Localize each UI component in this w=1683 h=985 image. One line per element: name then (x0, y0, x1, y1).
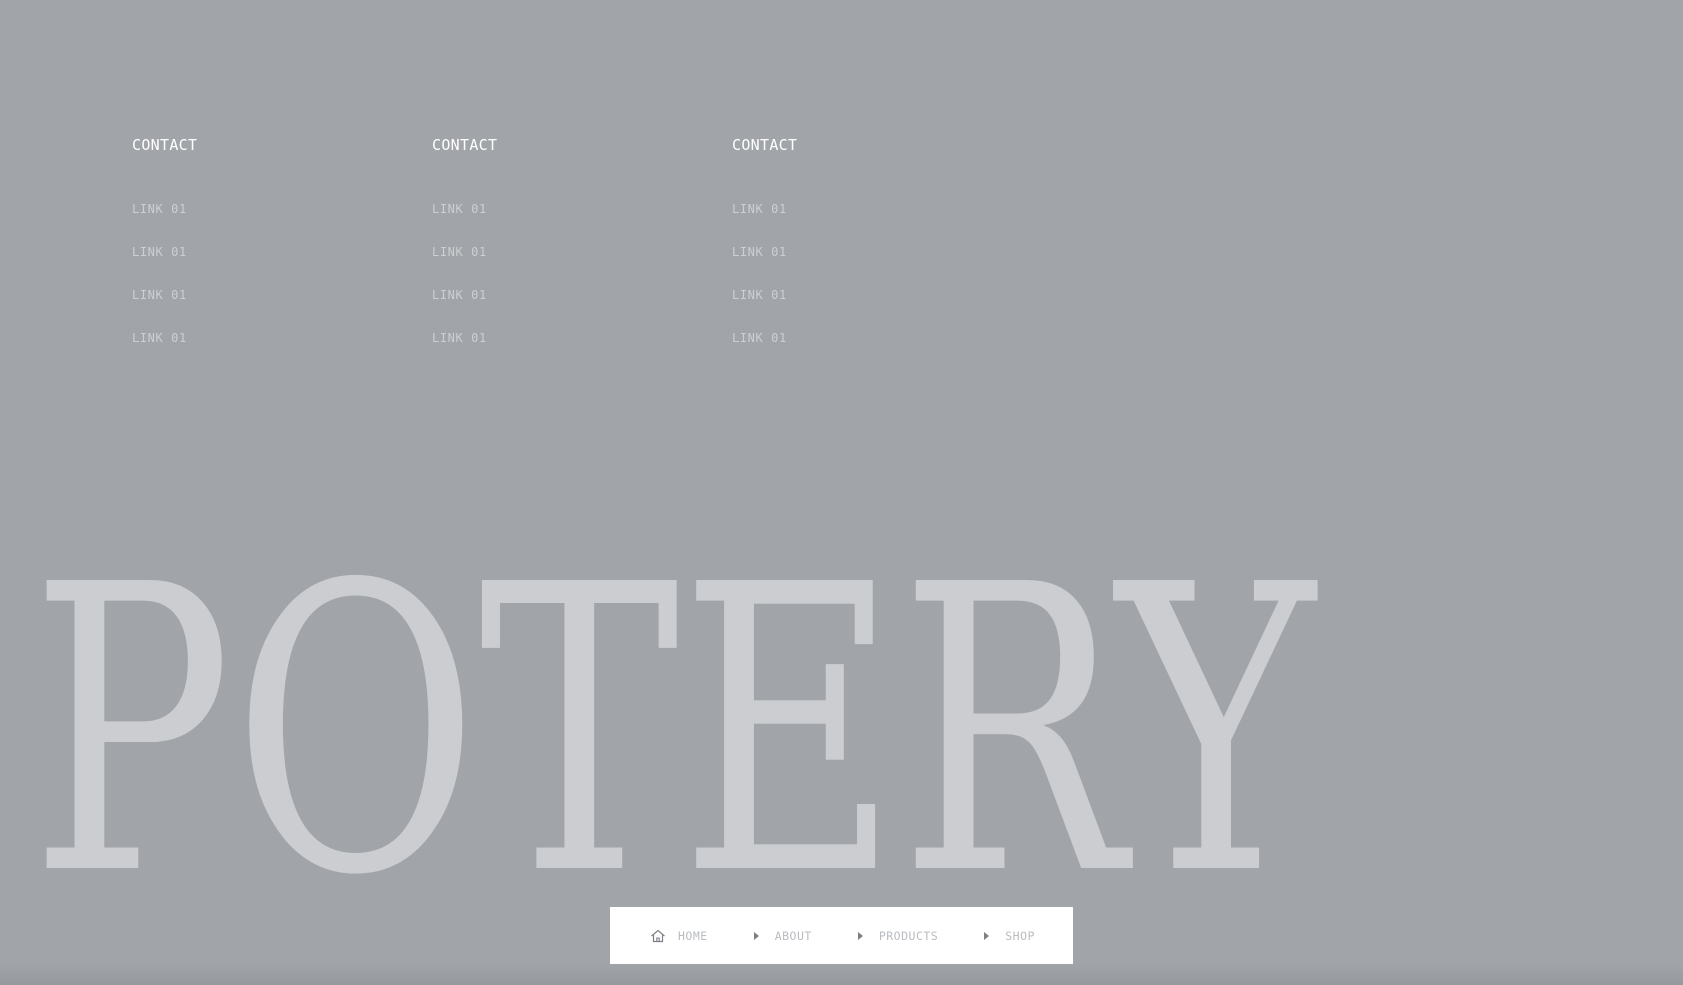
caret-right-icon (753, 931, 759, 940)
caret-right-icon (984, 931, 990, 940)
footer-link[interactable]: LINK 01 (132, 243, 432, 286)
footer-link[interactable]: LINK 01 (432, 200, 732, 243)
brand-wordmark: POTERY (30, 560, 1319, 900)
breadcrumb-shop[interactable]: SHOP (984, 929, 1035, 943)
breadcrumb-home-label: HOME (678, 928, 708, 943)
breadcrumb-products[interactable]: PRODUCTS (857, 928, 939, 943)
footer-link[interactable]: LINK 01 (132, 286, 432, 329)
footer-link[interactable]: LINK 01 (732, 286, 1032, 329)
breadcrumb-shop-label: SHOP (1005, 928, 1035, 943)
footer-link[interactable]: LINK 01 (432, 243, 732, 286)
footer-link[interactable]: LINK 01 (432, 329, 732, 372)
breadcrumb-about[interactable]: ABOUT (753, 928, 812, 943)
footer-link[interactable]: LINK 01 (732, 329, 1032, 372)
breadcrumb-home[interactable]: HOME (650, 929, 708, 943)
footer-link[interactable]: LINK 01 (132, 200, 432, 243)
footer-link[interactable]: LINK 01 (732, 243, 1032, 286)
footer-link[interactable]: LINK 01 (132, 329, 432, 372)
footer-link[interactable]: LINK 01 (432, 286, 732, 329)
column-heading: CONTACT (732, 136, 798, 154)
caret-right-icon (857, 931, 863, 940)
footer-link[interactable]: LINK 01 (732, 200, 1032, 243)
column-heading: CONTACT (132, 136, 198, 154)
column-heading: CONTACT (432, 136, 498, 154)
breadcrumb-products-label: PRODUCTS (878, 928, 939, 943)
brand-wordmark-text: POTERY (30, 560, 1319, 900)
breadcrumb-about-label: ABOUT (774, 928, 812, 943)
bottom-shadow (0, 963, 1683, 985)
home-icon (651, 929, 665, 942)
footer-column-2: CONTACT LINK 01 LINK 01 LINK 01 LINK 01 (432, 128, 732, 372)
footer-link-columns: CONTACT LINK 01 LINK 01 LINK 01 LINK 01 … (132, 128, 1032, 372)
footer-column-1: CONTACT LINK 01 LINK 01 LINK 01 LINK 01 (132, 128, 432, 372)
footer-column-3: CONTACT LINK 01 LINK 01 LINK 01 LINK 01 (732, 128, 1032, 372)
breadcrumb: HOME ABOUT PRODUCTS SHOP (610, 907, 1073, 964)
